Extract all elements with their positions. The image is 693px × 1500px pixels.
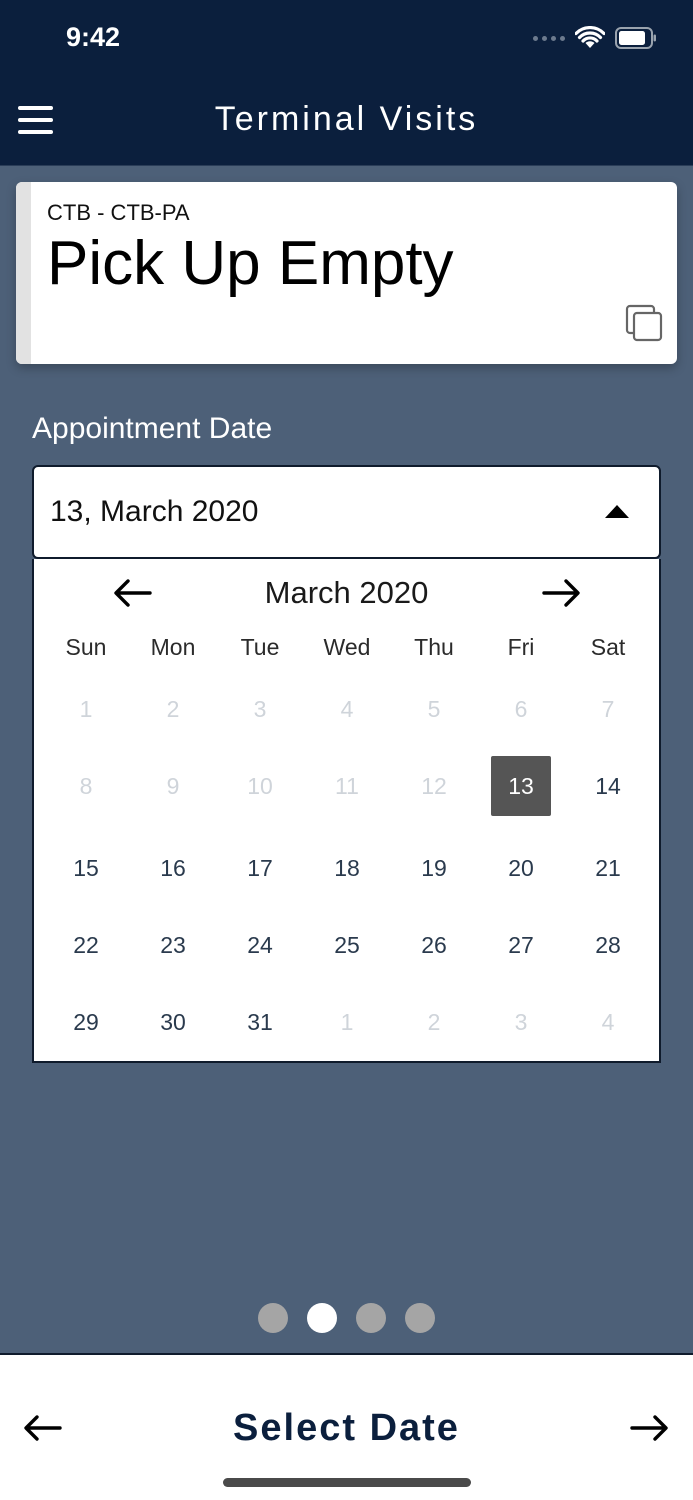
calendar-day[interactable]: 23 — [143, 915, 203, 975]
step-title: Select Date — [233, 1407, 460, 1449]
calendar-day[interactable]: 19 — [404, 838, 464, 898]
calendar-day: 12 — [421, 773, 447, 799]
weekday-header: Mon — [150, 634, 196, 660]
weekday-header: Fri — [507, 634, 535, 660]
calendar-day: 11 — [335, 773, 359, 799]
calendar-day: 9 — [166, 773, 180, 799]
calendar-day: 10 — [247, 773, 273, 799]
calendar-day: 4 — [601, 1009, 615, 1035]
calendar-day: 1 — [79, 696, 93, 722]
calendar-day[interactable]: 24 — [230, 915, 290, 975]
copy-icon[interactable] — [625, 304, 663, 342]
page-dot[interactable] — [356, 1303, 386, 1333]
calendar-day-selected[interactable]: 13 — [491, 756, 551, 816]
arrow-right-icon[interactable] — [542, 577, 582, 609]
calendar-day[interactable]: 30 — [143, 992, 203, 1052]
caret-up-icon — [605, 505, 629, 518]
page-title: Terminal Visits — [214, 100, 479, 138]
calendar-day: 2 — [166, 696, 180, 722]
calendar-day: 6 — [514, 696, 528, 722]
calendar-day: 1 — [340, 1009, 354, 1035]
calendar-day: 7 — [601, 696, 615, 722]
calendar-day[interactable]: 21 — [578, 838, 638, 898]
calendar-day: 3 — [253, 696, 267, 722]
status-indicators — [533, 26, 657, 50]
calendar-day: 3 — [514, 1009, 528, 1035]
calendar-day[interactable]: 28 — [578, 915, 638, 975]
page-indicator — [0, 1303, 693, 1333]
weekday-header: Sat — [590, 634, 626, 660]
visit-terminal-code: CTB - CTB-PA — [47, 200, 190, 225]
calendar-day[interactable]: 20 — [491, 838, 551, 898]
calendar-day[interactable]: 18 — [317, 838, 377, 898]
calendar-day[interactable]: 27 — [491, 915, 551, 975]
calendar-day[interactable]: 22 — [56, 915, 116, 975]
page-dot[interactable] — [258, 1303, 288, 1333]
calendar-day[interactable]: 29 — [56, 992, 116, 1052]
selected-date-value: 13, March 2020 — [50, 495, 259, 528]
weekday-header: Sun — [65, 634, 107, 660]
calendar-day[interactable]: 15 — [56, 838, 116, 898]
calendar-day: 2 — [427, 1009, 441, 1035]
page-dot[interactable] — [307, 1303, 337, 1333]
app-header: 9:42 Terminal Visits — [0, 0, 693, 166]
weekday-header: Tue — [240, 634, 280, 660]
page-dot[interactable] — [405, 1303, 435, 1333]
card-accent-bar — [16, 182, 31, 364]
date-picker-calendar: March 2020 Sun Mon Tue Wed Thu Fri Sat 1234567… — [32, 559, 661, 1063]
wifi-icon — [575, 26, 605, 48]
visit-type-title: Pick Up Empty — [47, 229, 454, 298]
calendar-day: 4 — [340, 696, 354, 722]
status-time: 9:42 — [66, 22, 121, 52]
cellular-signal-icon — [533, 35, 565, 41]
calendar-day[interactable]: 25 — [317, 915, 377, 975]
battery-icon — [615, 27, 656, 49]
next-arrow-icon[interactable] — [630, 1413, 670, 1443]
calendar-day[interactable]: 26 — [404, 915, 464, 975]
weekday-header: Wed — [323, 634, 371, 660]
calendar-day[interactable]: 31 — [230, 992, 290, 1052]
bottom-nav-bar: Select Date — [0, 1353, 693, 1500]
home-indicator — [223, 1478, 471, 1487]
calendar-day: 5 — [427, 696, 441, 722]
weekday-header: Thu — [414, 634, 454, 660]
calendar-day[interactable]: 16 — [143, 838, 203, 898]
calendar-day: 8 — [79, 773, 93, 799]
visit-card: CTB - CTB-PA Pick Up Empty — [16, 182, 677, 364]
appointment-date-select[interactable]: 13, March 2020 — [32, 465, 661, 559]
appointment-date-label: Appointment Date — [32, 412, 273, 445]
calendar-day[interactable]: 14 — [578, 756, 638, 816]
calendar-day[interactable]: 17 — [230, 838, 290, 898]
